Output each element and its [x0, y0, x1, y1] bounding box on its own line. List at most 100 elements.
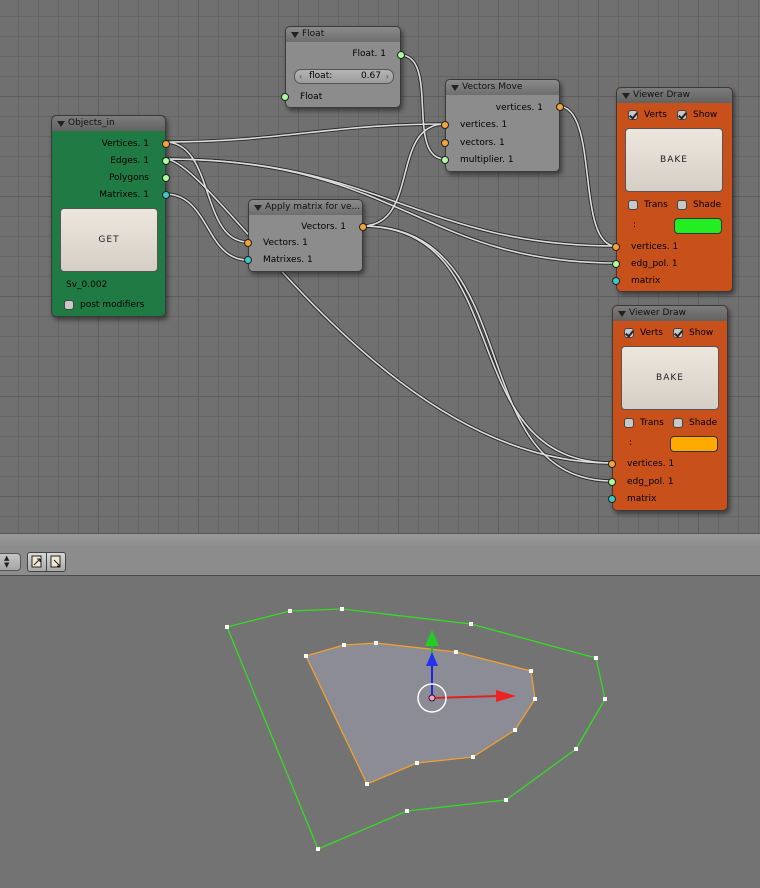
color-label: :: [633, 220, 637, 230]
input-edgpol-socket[interactable]: [612, 260, 620, 268]
vectors-move-header[interactable]: Vectors Move: [446, 80, 559, 95]
output-matrixes-label: Matrixes. 1: [99, 190, 149, 200]
input-matrix-socket[interactable]: [608, 495, 616, 503]
viewer-draw-header[interactable]: Viewer Draw: [613, 306, 727, 321]
viewer-draw-node-green[interactable]: Viewer Draw Verts Show BAKE Trans Shade …: [612, 87, 733, 292]
input-vertices-label: vertices. 1: [631, 242, 679, 252]
verts-label: Verts: [644, 110, 667, 120]
float-value-field[interactable]: ‹ float: 0.67 ›: [294, 69, 394, 84]
objects-in-node[interactable]: Objects_in Vertices. 1 Edges. 1 Polygons…: [51, 115, 170, 317]
output-vectors-label: Vectors. 1: [301, 222, 346, 232]
collapse-triangle-icon[interactable]: [57, 121, 65, 127]
area-divider[interactable]: [0, 533, 760, 549]
show-checkbox[interactable]: [677, 110, 687, 120]
input-vectors-label: vectors. 1: [460, 138, 505, 148]
bake-button[interactable]: BAKE: [625, 128, 723, 192]
collapse-triangle-icon[interactable]: [254, 205, 262, 211]
node-title: Objects_in: [68, 118, 115, 128]
objects-in-header[interactable]: Objects_in: [52, 116, 165, 131]
shade-checkbox[interactable]: [677, 200, 687, 210]
verts-checkbox[interactable]: [628, 110, 638, 120]
output-vertices-socket[interactable]: [162, 140, 170, 148]
trans-label: Trans: [644, 200, 668, 210]
output-matrixes-socket[interactable]: [162, 191, 170, 199]
node-title: Viewer Draw: [629, 308, 686, 318]
vertex-color-swatch[interactable]: [674, 218, 722, 234]
apply-matrix-header[interactable]: Apply matrix for ve...: [249, 200, 362, 215]
input-multiplier-label: multiplier. 1: [460, 155, 514, 165]
bake-button[interactable]: BAKE: [621, 346, 719, 410]
show-checkbox[interactable]: [673, 328, 683, 338]
output-vertices-socket[interactable]: [556, 103, 564, 111]
input-edgpol-label: edg_pol. 1: [631, 259, 678, 269]
output-vectors-socket[interactable]: [359, 223, 367, 231]
output-polygons-label: Polygons: [108, 173, 149, 183]
arrow-right-icon[interactable]: ›: [386, 70, 389, 83]
shade-checkbox[interactable]: [673, 418, 683, 428]
post-modifiers-label: post modifiers: [80, 300, 145, 310]
paste-nodes-icon[interactable]: [46, 552, 66, 572]
node-editor-header: ▲ ▼: [0, 548, 760, 576]
apply-matrix-node[interactable]: Apply matrix for ve... Vectors. 1 Vector…: [244, 199, 367, 272]
input-vectors-socket[interactable]: [441, 139, 449, 147]
node-title: Float: [302, 29, 325, 39]
input-matrix-label: matrix: [631, 276, 661, 286]
color-label: :: [629, 438, 633, 448]
input-matrix-socket[interactable]: [612, 277, 620, 285]
input-vertices-label: vertices. 1: [627, 459, 675, 469]
output-vertices-label: Vertices. 1: [101, 139, 149, 149]
input-edgpol-label: edg_pol. 1: [627, 477, 674, 487]
output-edges-label: Edges. 1: [110, 156, 149, 166]
trans-checkbox[interactable]: [628, 200, 638, 210]
vertex-color-swatch[interactable]: [670, 436, 718, 452]
viewport-canvas: [225, 607, 607, 851]
show-label: Show: [693, 110, 718, 120]
vectors-move-node[interactable]: Vectors Move vertices. 1 vertices. 1 vec…: [441, 79, 564, 172]
input-edgpol-socket[interactable]: [608, 478, 616, 486]
output-vertices-label: vertices. 1: [495, 103, 543, 113]
input-vectors-label: Vectors. 1: [263, 238, 308, 248]
object-name-label: Sv_0.002: [66, 280, 108, 290]
output-polygons-socket[interactable]: [162, 174, 170, 182]
verts-checkbox[interactable]: [624, 328, 634, 338]
post-modifiers-checkbox[interactable]: [64, 300, 74, 310]
collapse-triangle-icon[interactable]: [622, 93, 630, 99]
float-field-value: 0.67: [360, 71, 381, 81]
trans-label: Trans: [640, 418, 664, 428]
get-button[interactable]: GET: [60, 208, 158, 272]
float-input-socket[interactable]: [281, 93, 289, 101]
shade-label: Shade: [693, 200, 722, 210]
input-vertices-socket[interactable]: [441, 121, 449, 129]
updown-spinner-icon[interactable]: ▲ ▼: [0, 553, 21, 571]
input-vertices-label: vertices. 1: [460, 120, 508, 130]
node-title: Vectors Move: [462, 82, 523, 92]
collapse-triangle-icon[interactable]: [618, 311, 626, 317]
float-input-label: Float: [300, 92, 323, 102]
collapse-triangle-icon[interactable]: [451, 85, 459, 91]
3d-viewport[interactable]: [0, 576, 760, 888]
output-edges-socket[interactable]: [162, 157, 170, 165]
arrow-left-icon[interactable]: ‹: [299, 70, 302, 83]
input-multiplier-socket[interactable]: [441, 156, 449, 164]
verts-label: Verts: [640, 328, 663, 338]
input-vectors-socket[interactable]: [244, 239, 252, 247]
viewer-draw-node-orange[interactable]: Viewer Draw Verts Show BAKE Trans Shade …: [608, 305, 728, 511]
node-editor[interactable]: Float Float. 1 ‹ float: 0.67 › Float Obj…: [0, 0, 760, 533]
float-output-socket[interactable]: [397, 51, 405, 59]
input-vertices-socket[interactable]: [612, 243, 620, 251]
shade-label: Shade: [689, 418, 718, 428]
viewer-draw-header[interactable]: Viewer Draw: [617, 88, 732, 103]
float-output-label: Float. 1: [352, 49, 386, 59]
copy-nodes-icon[interactable]: [27, 552, 47, 572]
node-title: Apply matrix for ve...: [265, 202, 361, 212]
input-matrixes-socket[interactable]: [244, 256, 252, 264]
show-label: Show: [689, 328, 714, 338]
input-vertices-socket[interactable]: [608, 460, 616, 468]
orange-inner-polygon: [305, 642, 536, 785]
input-matrixes-label: Matrixes. 1: [263, 255, 313, 265]
float-node[interactable]: Float Float. 1 ‹ float: 0.67 › Float: [281, 26, 405, 108]
collapse-triangle-icon[interactable]: [291, 32, 299, 38]
float-node-header[interactable]: Float: [286, 27, 400, 42]
trans-checkbox[interactable]: [624, 418, 634, 428]
input-matrix-label: matrix: [627, 494, 657, 504]
